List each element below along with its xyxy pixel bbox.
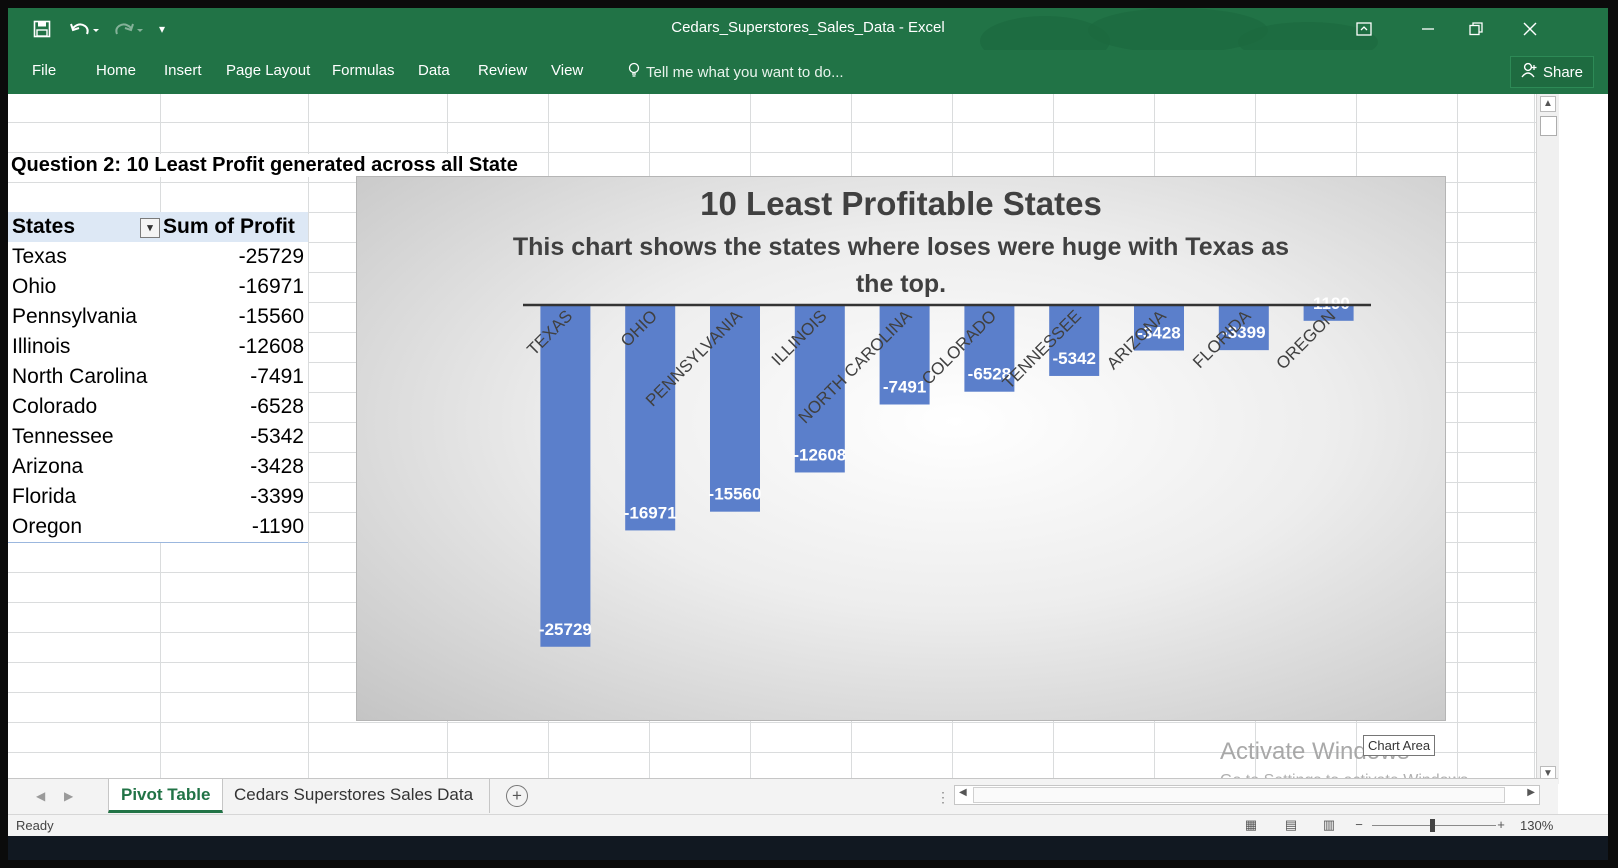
sheet-prev-icon[interactable]: ◀ (36, 789, 45, 803)
data-label[interactable]: -7491 (883, 378, 926, 397)
profit-cell: -25729 (238, 245, 304, 268)
chart-area[interactable]: 10 Least Profitable States This chart sh… (356, 176, 1446, 721)
pivot-row[interactable]: North Carolina -7491 (8, 362, 308, 392)
status-bar: Ready ▦ ▤ ▥ − + 130% (8, 814, 1608, 837)
profit-cell: -3428 (250, 455, 304, 478)
ribbon-display-options-icon[interactable] (1344, 14, 1384, 44)
vertical-scrollbar[interactable]: ▲ ▼ (1536, 94, 1559, 784)
profit-cell: -1190 (251, 515, 304, 538)
excel-window: ▾ Cedars_Superstores_Sales_Data - Excel … (8, 8, 1608, 860)
pivot-row[interactable]: Texas -25729 (8, 242, 308, 272)
sheet-tab-bar: ◀ ▶ Pivot Table Cedars Superstores Sales… (8, 778, 1558, 815)
add-sheet-icon[interactable]: + (506, 785, 528, 807)
tell-me-box[interactable]: Tell me what you want to do... (628, 62, 844, 82)
data-label[interactable]: -5342 (1052, 349, 1095, 368)
profit-cell: -3399 (250, 485, 304, 508)
person-icon (1521, 62, 1537, 82)
pivot-col-profit[interactable]: Sum of Profit (163, 215, 295, 239)
tab-page-layout[interactable]: Page Layout (226, 62, 310, 79)
pivot-row[interactable]: Colorado -6528 (8, 392, 308, 422)
close-icon[interactable] (1510, 14, 1550, 44)
plot-area[interactable]: -25729TEXAS-16971OHIO-15560PENNSYLVANIA-… (357, 177, 1445, 720)
profit-cell: -15560 (238, 305, 304, 328)
sheet-next-icon[interactable]: ▶ (64, 789, 73, 803)
ribbon-tabs: File Home Insert Page Layout Formulas Da… (8, 50, 1608, 94)
data-label[interactable]: -12608 (793, 445, 846, 464)
vertical-scroll-thumb[interactable] (1540, 116, 1557, 136)
pivot-header-row[interactable]: States ▾ Sum of Profit (8, 212, 308, 243)
tab-insert[interactable]: Insert (164, 62, 202, 79)
zoom-in-icon[interactable]: + (1492, 817, 1510, 833)
page-layout-view-icon[interactable]: ▤ (1282, 817, 1300, 833)
normal-view-icon[interactable]: ▦ (1242, 817, 1260, 833)
horizontal-scroll-thumb[interactable] (973, 787, 1505, 803)
tell-me-text: Tell me what you want to do... (646, 63, 844, 81)
data-label[interactable]: -15560 (709, 485, 762, 504)
zoom-level[interactable]: 130% (1520, 818, 1553, 833)
scroll-right-icon[interactable]: ▶ (1527, 787, 1535, 798)
profit-cell: -12608 (238, 335, 304, 358)
profit-cell: -7491 (250, 365, 304, 388)
chart-area-tooltip: Chart Area (1363, 735, 1436, 756)
scroll-left-icon[interactable]: ◀ (959, 787, 967, 798)
pivot-row[interactable]: Arizona -3428 (8, 452, 308, 482)
state-cell: Pennsylvania (12, 305, 137, 328)
data-label[interactable]: -16971 (624, 503, 677, 522)
state-cell: Colorado (12, 395, 98, 418)
state-cell: North Carolina (12, 365, 148, 388)
zoom-slider-thumb[interactable] (1430, 819, 1435, 832)
share-label: Share (1542, 63, 1583, 81)
tab-home[interactable]: Home (96, 62, 136, 79)
status-ready: Ready (16, 818, 54, 833)
zoom-out-icon[interactable]: − (1350, 817, 1368, 833)
bar-texas[interactable] (540, 305, 591, 647)
state-cell: Ohio (12, 275, 57, 298)
question-heading[interactable]: Question 2: 10 Least Profit generated ac… (11, 154, 522, 177)
worksheet-grid[interactable]: Question 2: 10 Least Profit generated ac… (8, 94, 1536, 784)
tab-data[interactable]: Data (418, 62, 450, 79)
pivot-row[interactable]: Pennsylvania -15560 (8, 302, 308, 332)
lightbulb-icon (628, 62, 640, 82)
profit-cell: -6528 (250, 395, 304, 418)
taskbar (8, 836, 1608, 860)
title-bar: ▾ Cedars_Superstores_Sales_Data - Excel (8, 8, 1608, 66)
pivot-row[interactable]: Florida -3399 (8, 482, 308, 512)
tab-review[interactable]: Review (478, 62, 527, 79)
split-handle-icon[interactable]: ⋮ (936, 789, 950, 806)
filter-dropdown-icon[interactable]: ▾ (140, 218, 160, 238)
sheet-tab-sales-data[interactable]: Cedars Superstores Sales Data (234, 779, 491, 813)
tab-view[interactable]: View (551, 62, 583, 79)
profit-cell: -5342 (250, 425, 304, 448)
data-label[interactable]: -25729 (539, 620, 592, 639)
state-cell: Tennessee (12, 425, 114, 448)
sheet-tab-pivot-table[interactable]: Pivot Table (108, 779, 224, 813)
restore-icon[interactable] (1456, 14, 1496, 44)
state-cell: Texas (12, 245, 67, 268)
profit-cell: -16971 (238, 275, 304, 298)
state-cell: Arizona (12, 455, 84, 478)
state-cell: Illinois (12, 335, 71, 358)
pivot-row[interactable]: Oregon -1190 (8, 512, 308, 543)
tab-formulas[interactable]: Formulas (332, 62, 395, 79)
pivot-row[interactable]: Ohio -16971 (8, 272, 308, 302)
pivot-row[interactable]: Illinois -12608 (8, 332, 308, 362)
scroll-up-icon[interactable]: ▲ (1540, 96, 1556, 112)
minimize-icon[interactable] (1408, 14, 1448, 44)
pivot-row[interactable]: Tennessee -5342 (8, 422, 308, 452)
page-break-view-icon[interactable]: ▥ (1320, 817, 1338, 833)
share-button[interactable]: Share (1509, 56, 1594, 88)
state-cell: Oregon (12, 515, 83, 538)
horizontal-scrollbar[interactable]: ◀ ▶ (954, 785, 1540, 805)
pivot-col-states[interactable]: States (12, 215, 75, 239)
state-cell: Florida (12, 485, 77, 508)
tab-file[interactable]: File (32, 62, 56, 79)
